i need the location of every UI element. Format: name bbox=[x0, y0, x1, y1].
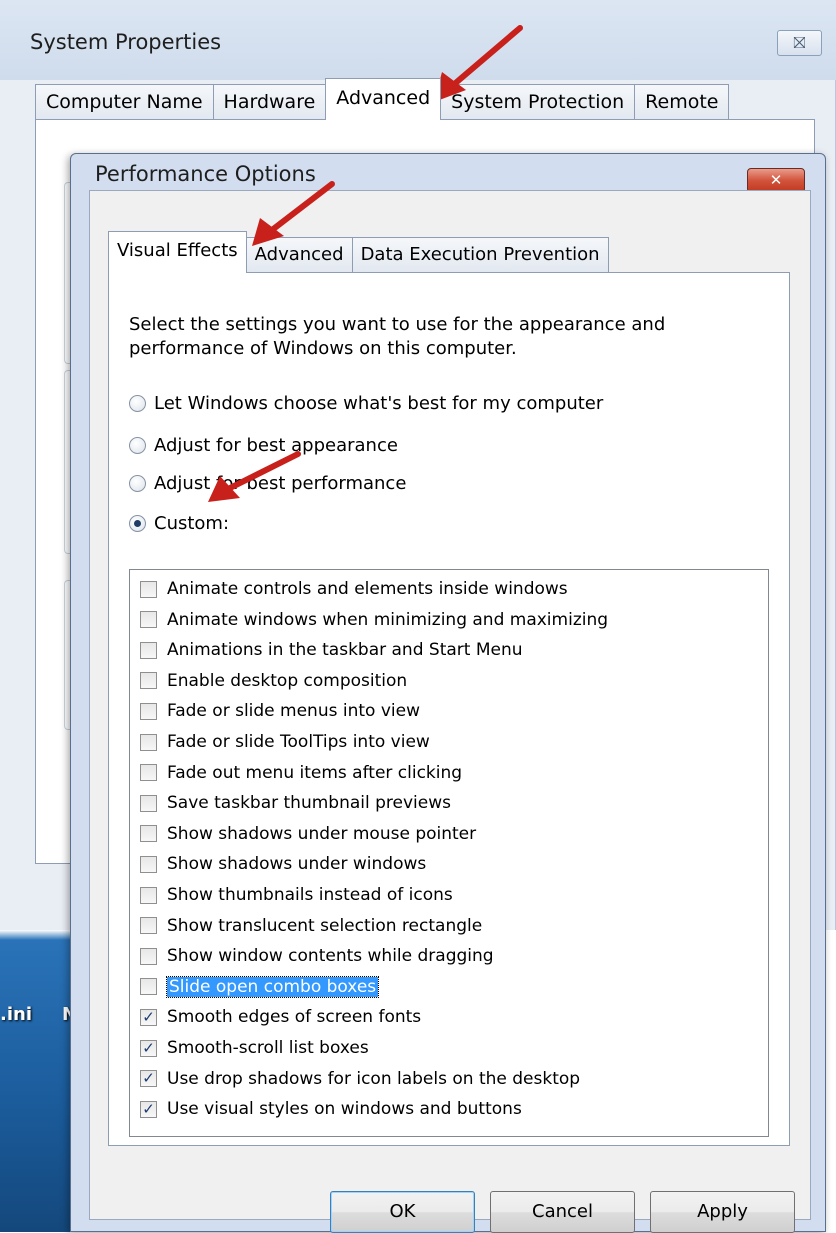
radio-label: Let Windows choose what's best for my co… bbox=[154, 393, 604, 414]
checkbox-icon[interactable] bbox=[140, 702, 157, 720]
effect-label: Enable desktop composition bbox=[167, 670, 408, 691]
system-properties-title: System Properties bbox=[30, 30, 222, 54]
performance-options-dialog: Performance Options ✕ Visual Effects Adva… bbox=[70, 153, 826, 1233]
tab-visual-effects[interactable]: Visual Effects bbox=[108, 231, 247, 273]
effect-label: Animate controls and elements inside win… bbox=[167, 579, 568, 599]
visual-effects-list[interactable]: Animate controls and elements inside win… bbox=[129, 569, 769, 1137]
effect-label: Fade or slide ToolTips into view bbox=[167, 732, 430, 752]
effect-item-animate-windows-when-minimizing-and-maximizing[interactable]: Animate windows when minimizing and maxi… bbox=[140, 605, 608, 635]
radio-custom[interactable]: Custom: bbox=[129, 513, 229, 534]
checkbox-icon[interactable] bbox=[140, 641, 157, 659]
tab-hardware[interactable]: Hardware bbox=[212, 84, 327, 120]
dialog-body: Visual Effects Advanced Data Execution Pre… bbox=[89, 190, 811, 1233]
effect-label: Fade or slide menus into view bbox=[167, 701, 420, 722]
tab-advanced[interactable]: Advanced bbox=[325, 78, 442, 120]
apply-button[interactable]: Apply bbox=[650, 1191, 795, 1233]
cancel-button[interactable]: Cancel bbox=[490, 1191, 635, 1233]
effect-label: Show window contents while dragging bbox=[167, 946, 494, 967]
tab-computer-name[interactable]: Computer Name bbox=[35, 84, 214, 120]
radio-label: Custom: bbox=[154, 513, 230, 534]
desktop-file-label[interactable]: .ini bbox=[0, 1004, 32, 1025]
effect-item-show-translucent-selection-rectangle[interactable]: Show translucent selection rectangle bbox=[140, 911, 482, 941]
effect-label: Slide open combo boxes bbox=[165, 975, 380, 998]
tab-remote[interactable]: Remote bbox=[634, 84, 730, 120]
effect-item-fade-out-menu-items-after-clicking[interactable]: Fade out menu items after clicking bbox=[140, 758, 462, 788]
effect-label: Fade out menu items after clicking bbox=[167, 762, 463, 783]
effect-item-enable-desktop-composition[interactable]: Enable desktop composition bbox=[140, 666, 407, 696]
checkbox-icon[interactable] bbox=[140, 917, 157, 935]
effect-label: Animations in the taskbar and Start Menu bbox=[167, 640, 523, 661]
effect-item-use-visual-styles-on-windows-and-buttons[interactable]: ✓ Use visual styles on windows and button… bbox=[140, 1094, 522, 1124]
radio-button-icon[interactable] bbox=[129, 515, 146, 532]
effect-label: Use visual styles on windows and buttons bbox=[167, 1099, 522, 1120]
checkbox-icon[interactable] bbox=[140, 825, 157, 843]
checked-checkbox-icon[interactable]: ✓ bbox=[140, 1039, 157, 1057]
effect-item-show-thumbnails-instead-of-icons[interactable]: Show thumbnails instead of icons bbox=[140, 880, 453, 910]
checkbox-icon[interactable] bbox=[140, 672, 157, 690]
effect-label: Show shadows under windows bbox=[167, 854, 427, 875]
checkbox-icon[interactable] bbox=[140, 611, 157, 629]
checkbox-icon[interactable] bbox=[140, 733, 157, 751]
visual-effects-panel: Select the settings you want to use for … bbox=[108, 272, 790, 1146]
radio-let-windows-choose-what-s-best-for-my-computer[interactable]: Let Windows choose what's best for my co… bbox=[129, 393, 603, 414]
checkbox-icon[interactable] bbox=[140, 794, 157, 812]
effect-item-use-drop-shadows-for-icon-labels-on-the-desktop[interactable]: ✓ Use drop shadows for icon labels on the… bbox=[140, 1064, 580, 1094]
effect-label: Show thumbnails instead of icons bbox=[167, 885, 453, 905]
effect-label: Animate windows when minimizing and maxi… bbox=[167, 609, 609, 630]
ok-button[interactable]: OK bbox=[330, 1191, 475, 1233]
effect-item-show-window-contents-while-dragging[interactable]: Show window contents while dragging bbox=[140, 941, 494, 971]
checkbox-icon[interactable] bbox=[140, 855, 157, 873]
effect-label: Smooth-scroll list boxes bbox=[167, 1038, 369, 1058]
checkbox-icon[interactable] bbox=[140, 886, 157, 904]
effect-item-animate-controls-and-elements-inside-windows[interactable]: Animate controls and elements inside win… bbox=[140, 574, 568, 604]
annotation-arrow-visual-effects-tab bbox=[252, 181, 335, 246]
radio-button-icon[interactable] bbox=[129, 395, 146, 412]
checkbox-icon[interactable] bbox=[140, 764, 157, 782]
effect-label: Save taskbar thumbnail previews bbox=[167, 793, 451, 814]
checkbox-icon[interactable] bbox=[140, 580, 157, 598]
performance-options-titlebar[interactable]: Performance Options ✕ bbox=[71, 154, 825, 194]
close-icon[interactable]: ⛝ bbox=[777, 30, 822, 56]
system-properties-titlebar[interactable]: System Properties ⛝ bbox=[0, 0, 836, 80]
effect-item-fade-or-slide-menus-into-view[interactable]: Fade or slide menus into view bbox=[140, 696, 420, 726]
effect-item-show-shadows-under-windows[interactable]: Show shadows under windows bbox=[140, 849, 426, 879]
effect-item-animations-in-the-taskbar-and-start-menu[interactable]: Animations in the taskbar and Start Menu bbox=[140, 635, 523, 665]
radio-button-icon[interactable] bbox=[129, 437, 146, 454]
tab-data-execution-prevention[interactable]: Data Execution Prevention bbox=[351, 237, 609, 273]
effect-item-fade-or-slide-tooltips-into-view[interactable]: Fade or slide ToolTips into view bbox=[140, 727, 430, 757]
effect-item-save-taskbar-thumbnail-previews[interactable]: Save taskbar thumbnail previews bbox=[140, 788, 451, 818]
effect-label: Smooth edges of screen fonts bbox=[167, 1007, 422, 1028]
checkbox-icon[interactable] bbox=[140, 978, 157, 996]
checked-checkbox-icon[interactable]: ✓ bbox=[140, 1008, 157, 1026]
effect-item-smooth-edges-of-screen-fonts[interactable]: ✓ Smooth edges of screen fonts bbox=[140, 1002, 421, 1032]
intro-text: Select the settings you want to use for … bbox=[129, 314, 666, 359]
effect-label: Use drop shadows for icon labels on the … bbox=[167, 1068, 581, 1089]
annotation-arrow-custom-option bbox=[208, 451, 301, 502]
effect-item-smooth-scroll-list-boxes[interactable]: ✓ Smooth-scroll list boxes bbox=[140, 1033, 369, 1063]
checked-checkbox-icon[interactable]: ✓ bbox=[140, 1100, 157, 1118]
effect-label: Show shadows under mouse pointer bbox=[167, 823, 477, 844]
effect-item-slide-open-combo-boxes[interactable]: Slide open combo boxes bbox=[140, 972, 380, 1002]
system-properties-tabs: Computer Name Hardware Advanced System Prot… bbox=[35, 78, 730, 120]
radio-button-icon[interactable] bbox=[129, 475, 146, 492]
effect-item-show-shadows-under-mouse-pointer[interactable]: Show shadows under mouse pointer bbox=[140, 819, 476, 849]
checkbox-icon[interactable] bbox=[140, 947, 157, 965]
performance-options-tabs: Visual Effects Advanced Data Execution Pre… bbox=[108, 231, 609, 273]
checked-checkbox-icon[interactable]: ✓ bbox=[140, 1070, 157, 1088]
effect-label: Show translucent selection rectangle bbox=[167, 915, 483, 936]
